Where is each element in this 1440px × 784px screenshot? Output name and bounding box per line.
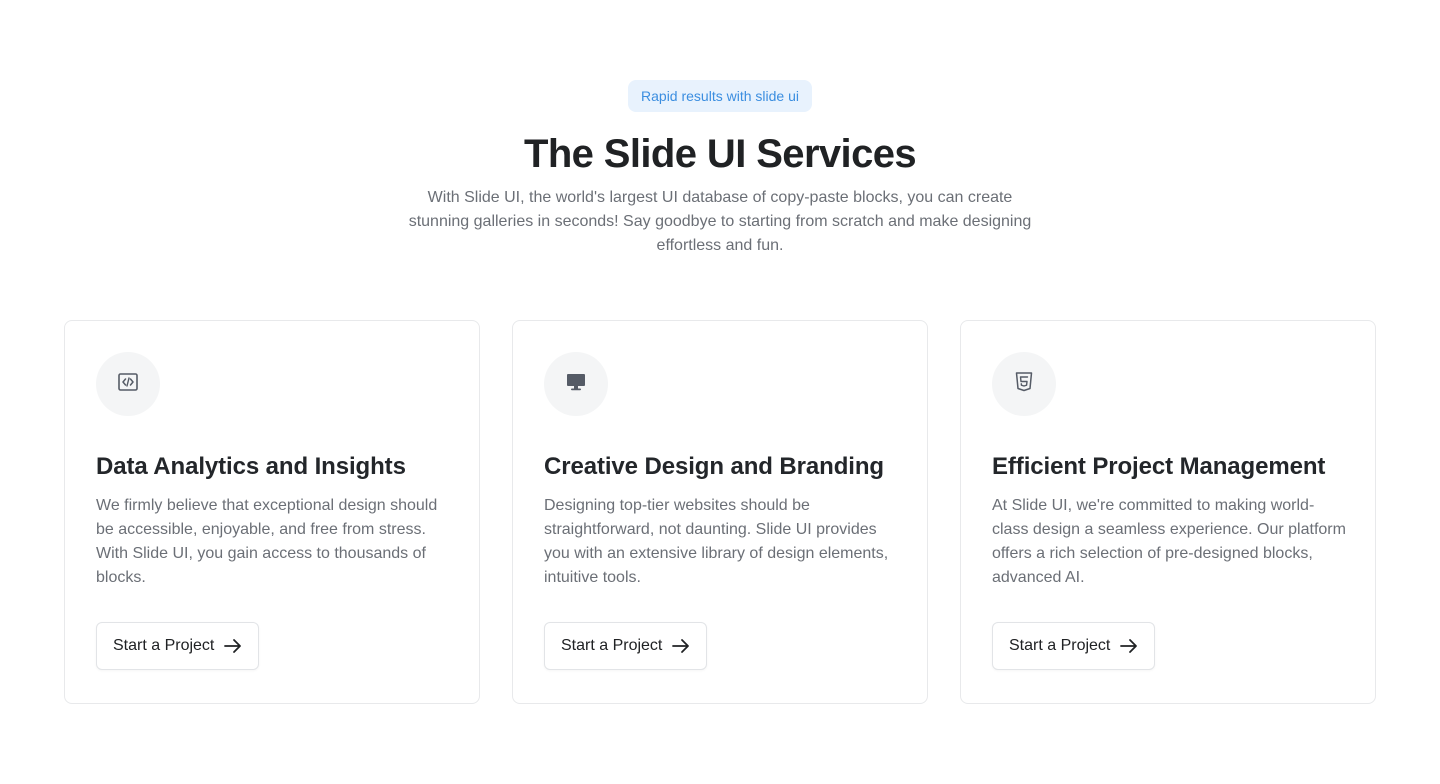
monitor-icon <box>566 373 586 396</box>
card-description: At Slide UI, we're committed to making w… <box>992 497 1346 586</box>
code-icon <box>118 372 138 396</box>
card-title: Efficient Project Management <box>992 453 1326 480</box>
button-label: Start a Project <box>1009 637 1111 654</box>
card-description: Designing top-tier websites should be st… <box>544 497 889 586</box>
service-card-project-management: Efficient Project Management At Slide UI… <box>960 320 1376 704</box>
service-card-creative-design: Creative Design and Branding Designing t… <box>512 320 928 704</box>
service-card-data-analytics: Data Analytics and Insights We firmly be… <box>64 320 480 704</box>
icon-container <box>992 352 1056 416</box>
arrow-right-icon <box>672 638 690 654</box>
card-title: Data Analytics and Insights <box>96 453 406 480</box>
start-project-button[interactable]: Start a Project <box>544 622 708 670</box>
button-label: Start a Project <box>113 637 215 654</box>
page-title: The Slide UI Services <box>523 132 917 176</box>
card-title: Creative Design and Branding <box>544 453 884 480</box>
icon-container <box>96 352 160 416</box>
service-cards: Data Analytics and Insights We firmly be… <box>64 320 1376 704</box>
start-project-button[interactable]: Start a Project <box>992 622 1156 670</box>
arrow-right-icon <box>1120 638 1138 654</box>
arrow-right-icon <box>224 638 242 654</box>
page-subtitle: With Slide UI, the world's largest UI da… <box>408 189 1032 254</box>
card-description: We firmly believe that exceptional desig… <box>96 497 438 586</box>
html5-icon <box>1015 371 1033 397</box>
button-label: Start a Project <box>561 637 663 654</box>
hero: Rapid results with slide ui The Slide UI… <box>0 80 1440 258</box>
hero-badge: Rapid results with slide ui <box>628 80 812 112</box>
icon-container <box>544 352 608 416</box>
start-project-button[interactable]: Start a Project <box>96 622 260 670</box>
services-section: Rapid results with slide ui The Slide UI… <box>0 0 1440 784</box>
